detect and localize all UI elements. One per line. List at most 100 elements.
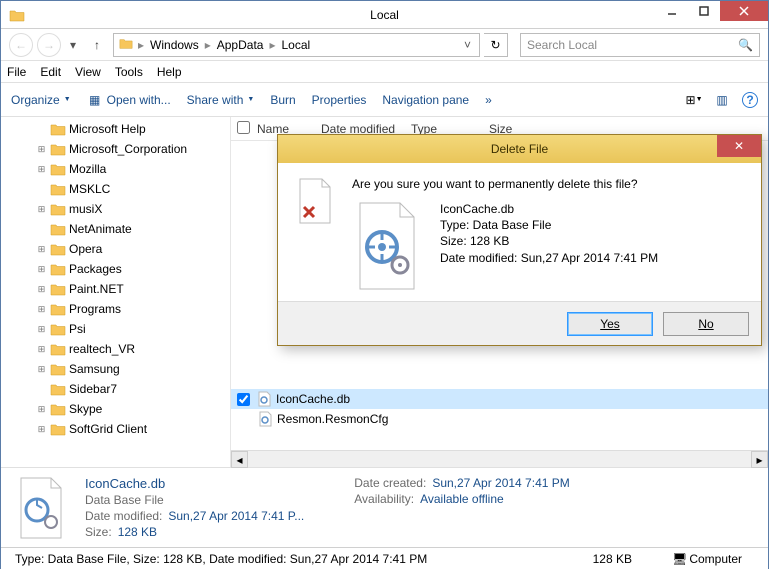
properties-button[interactable]: Properties <box>312 93 367 107</box>
expander-icon[interactable]: ⊞ <box>36 304 47 315</box>
breadcrumb-sep: ▸ <box>203 38 213 52</box>
folder-icon <box>50 182 66 196</box>
yes-button[interactable]: Yes <box>567 312 653 336</box>
file-name: IconCache.db <box>276 392 350 406</box>
select-all-checkbox[interactable] <box>237 121 250 134</box>
no-button[interactable]: No <box>663 312 749 336</box>
open-with-button[interactable]: ▦Open with... <box>87 92 171 108</box>
list-item[interactable]: Resmon.ResmonCfg <box>231 409 768 429</box>
expander-icon[interactable]: ⊞ <box>36 264 47 275</box>
list-item[interactable]: IconCache.db <box>231 389 768 409</box>
menu-edit[interactable]: Edit <box>40 65 61 79</box>
tree-item[interactable]: ⊞SoftGrid Client <box>1 419 230 439</box>
organize-button[interactable]: Organize ▼ <box>11 93 71 107</box>
breadcrumb[interactable]: Windows <box>146 38 203 52</box>
menu-bar: File Edit View Tools Help <box>1 61 768 83</box>
tree-item[interactable]: ⊞ realtech_VR <box>1 339 230 359</box>
folder-icon <box>50 362 66 376</box>
tree-item[interactable]: Sidebar7 <box>1 379 230 399</box>
tree-item[interactable]: ⊞Programs <box>1 299 230 319</box>
expander-icon[interactable]: ⊞ <box>36 424 47 435</box>
horizontal-scrollbar[interactable]: ◂ ▸ <box>231 450 768 467</box>
search-input[interactable]: Search Local 🔍 <box>520 33 760 57</box>
close-button[interactable] <box>720 1 768 21</box>
status-size: 128 KB <box>593 552 632 566</box>
expander-icon[interactable] <box>36 184 47 195</box>
label-size: Size: <box>85 525 112 539</box>
maximize-button[interactable] <box>688 1 720 21</box>
dialog-title: Delete File <box>491 142 548 156</box>
up-button[interactable]: ↑ <box>85 33 109 57</box>
address-dropdown[interactable]: ˅ <box>458 38 477 52</box>
menu-file[interactable]: File <box>7 65 26 79</box>
expander-icon[interactable]: ⊞ <box>36 284 47 295</box>
dialog-file-date: Date modified: Sun,27 Apr 2014 7:41 PM <box>440 250 658 266</box>
app-icon: ▦ <box>87 92 103 108</box>
menu-view[interactable]: View <box>75 65 101 79</box>
dialog-file-name: IconCache.db <box>440 201 658 217</box>
minimize-button[interactable] <box>656 1 688 21</box>
dialog-close-button[interactable]: ✕ <box>717 135 761 157</box>
view-options-button[interactable]: ⊞ ▼ <box>686 92 702 108</box>
expander-icon[interactable]: ⊞ <box>36 324 47 335</box>
label-date-created: Date created: <box>354 476 426 490</box>
preview-pane-button[interactable]: ▥ <box>714 92 730 108</box>
tree-item-label: realtech_VR <box>69 342 135 356</box>
dialog-file-size: Size: 128 KB <box>440 233 658 249</box>
status-text: Type: Data Base File, Size: 128 KB, Date… <box>7 552 435 566</box>
delete-file-dialog: Delete File ✕ Are you sure you want to p… <box>277 134 762 346</box>
history-dropdown[interactable]: ▾ <box>65 33 81 57</box>
status-bar: Type: Data Base File, Size: 128 KB, Date… <box>1 547 768 569</box>
expander-icon[interactable]: ⊞ <box>36 144 47 155</box>
breadcrumb[interactable]: Local <box>277 38 314 52</box>
title-bar: Local <box>1 1 768 29</box>
menu-tools[interactable]: Tools <box>115 65 143 79</box>
expander-icon[interactable]: ⊞ <box>36 404 47 415</box>
folder-tree[interactable]: Microsoft Help⊞Microsoft_Corporation⊞Moz… <box>1 117 231 467</box>
tree-item[interactable]: ⊞Samsung <box>1 359 230 379</box>
tree-item[interactable]: ⊞ Packages <box>1 259 230 279</box>
expander-icon[interactable] <box>36 224 47 235</box>
tree-item-label: Packages <box>69 262 122 276</box>
tree-item[interactable]: ⊞Microsoft_Corporation <box>1 139 230 159</box>
tree-item[interactable]: Microsoft Help <box>1 119 230 139</box>
expander-icon[interactable] <box>36 124 47 135</box>
menu-help[interactable]: Help <box>157 65 182 79</box>
scroll-left[interactable]: ◂ <box>231 451 248 468</box>
forward-button[interactable]: → <box>37 33 61 57</box>
tree-item[interactable]: ⊞Paint.NET <box>1 279 230 299</box>
dialog-title-bar[interactable]: Delete File ✕ <box>278 135 761 163</box>
back-button[interactable]: ← <box>9 33 33 57</box>
expander-icon[interactable] <box>36 384 47 395</box>
more-commands-button[interactable]: » <box>485 93 492 107</box>
share-with-button[interactable]: Share with ▼ <box>187 93 255 107</box>
expander-icon[interactable]: ⊞ <box>36 344 47 355</box>
expander-icon[interactable]: ⊞ <box>36 164 47 175</box>
navigation-pane-button[interactable]: Navigation pane <box>382 93 469 107</box>
tree-item[interactable]: ⊞musiX <box>1 199 230 219</box>
expander-icon[interactable]: ⊞ <box>36 364 47 375</box>
expander-icon[interactable]: ⊞ <box>36 244 47 255</box>
item-checkbox[interactable] <box>237 393 250 406</box>
folder-icon <box>118 37 134 53</box>
details-date-created: Sun,27 Apr 2014 7:41 PM <box>432 476 569 490</box>
scroll-right[interactable]: ▸ <box>751 451 768 468</box>
tree-item-label: Skype <box>69 402 102 416</box>
expander-icon[interactable]: ⊞ <box>36 204 47 215</box>
address-bar[interactable]: ▸ Windows ▸ AppData ▸ Local ˅ <box>113 33 480 57</box>
tree-item[interactable]: ⊞Mozilla <box>1 159 230 179</box>
details-filename: IconCache.db <box>85 476 304 491</box>
tree-item[interactable]: MSKLC <box>1 179 230 199</box>
folder-icon <box>50 322 66 336</box>
refresh-button[interactable]: ↻ <box>484 33 508 57</box>
burn-button[interactable]: Burn <box>270 93 295 107</box>
tree-item[interactable]: ⊞Psi <box>1 319 230 339</box>
tree-item[interactable]: NetAnimate <box>1 219 230 239</box>
file-name: Resmon.ResmonCfg <box>277 412 388 426</box>
folder-icon <box>50 122 66 136</box>
help-button[interactable]: ? <box>742 92 758 108</box>
tree-item[interactable]: ⊞ Skype <box>1 399 230 419</box>
search-placeholder: Search Local <box>527 38 597 52</box>
tree-item[interactable]: ⊞Opera <box>1 239 230 259</box>
breadcrumb[interactable]: AppData <box>213 38 268 52</box>
